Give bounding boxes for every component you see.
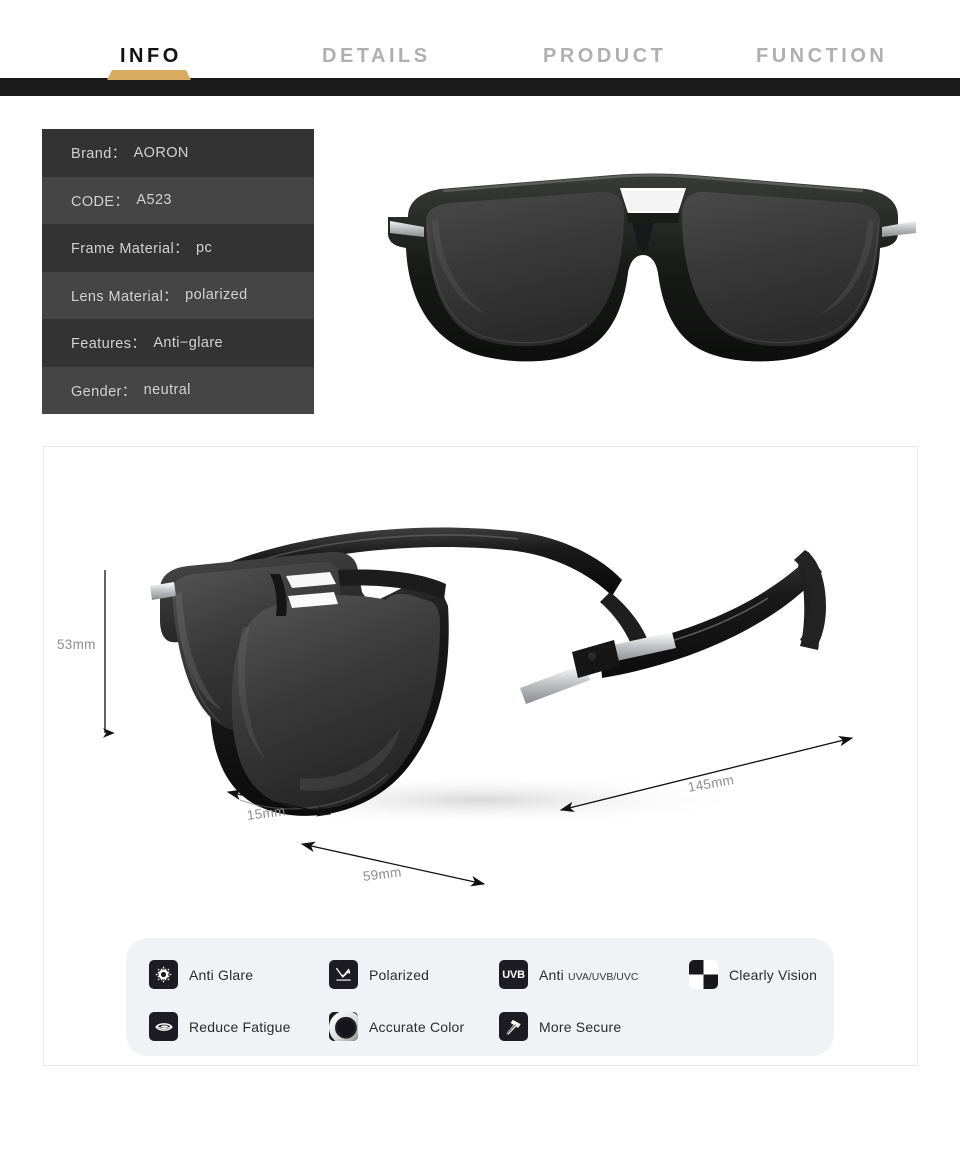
sun-glare-icon	[149, 960, 178, 989]
feature-clearly-vision: Clearly Vision	[689, 960, 817, 989]
spec-key: Gender：	[71, 383, 137, 400]
feature-label: Anti Glare	[189, 966, 254, 983]
table-row: Gender： neutral	[42, 366, 314, 414]
specification-table: Brand： AORON CODE： A523 Frame Material： …	[42, 129, 314, 414]
tab-bar: INFO DETAILS PRODUCT FUNCTION	[0, 0, 960, 96]
checkerboard-icon	[689, 960, 718, 989]
spec-value: neutral	[143, 382, 191, 399]
spec-key: Lens Material：	[71, 288, 179, 305]
feature-label: Reduce Fatigue	[189, 1018, 291, 1035]
eye-icon	[149, 1012, 178, 1041]
spec-key: Features：	[71, 336, 147, 353]
feature-reduce-fatigue: Reduce Fatigue	[149, 1012, 291, 1041]
spec-value: Anti−glare	[153, 334, 224, 351]
feature-label-sub: UVA/UVB/UVC	[568, 970, 639, 983]
feature-polarized: Polarized	[329, 960, 429, 989]
feature-label-main: Anti	[539, 966, 569, 983]
tab-product[interactable]: PRODUCT	[543, 42, 666, 70]
color-ring-icon	[329, 1012, 358, 1041]
active-tab-indicator	[107, 70, 191, 80]
tab-details[interactable]: DETAILS	[322, 42, 431, 70]
spec-value: AORON	[133, 144, 189, 161]
feature-label: Anti UVA/UVB/UVC	[539, 967, 638, 983]
uvb-badge-icon: UVB	[499, 960, 528, 989]
feature-label: Clearly Vision	[729, 966, 818, 983]
feature-more-secure: More Secure	[499, 1012, 621, 1041]
header-divider-bar	[0, 78, 960, 96]
dimension-label-height: 53mm	[57, 637, 96, 652]
feature-label: Accurate Color	[369, 1018, 465, 1035]
table-row: Frame Material： pc	[42, 224, 314, 272]
spec-key: Brand：	[71, 146, 127, 163]
polarized-icon	[329, 960, 358, 989]
tab-info[interactable]: INFO	[120, 42, 182, 70]
feature-label: More Secure	[539, 1018, 622, 1035]
tab-function[interactable]: FUNCTION	[756, 42, 887, 70]
feature-accurate-color: Accurate Color	[329, 1012, 464, 1041]
product-detail-page: INFO DETAILS PRODUCT FUNCTION Brand： AOR…	[0, 0, 960, 1150]
table-row: Lens Material： polarized	[42, 271, 314, 319]
hammer-icon	[499, 1012, 528, 1041]
table-row: Features： Anti−glare	[42, 319, 314, 367]
feature-anti-uv: UVB Anti UVA/UVB/UVC	[499, 960, 638, 989]
table-row: CODE： A523	[42, 176, 314, 224]
feature-label: Polarized	[369, 966, 430, 983]
product-photo-front	[388, 155, 918, 385]
feature-anti-glare: Anti Glare	[149, 960, 253, 989]
spec-value: A523	[136, 192, 172, 209]
spec-value: pc	[196, 239, 213, 256]
spec-value: polarized	[185, 287, 248, 304]
spec-key: Frame Material：	[71, 241, 189, 258]
uvb-text: UVB	[502, 968, 525, 981]
spec-key: CODE：	[71, 193, 130, 210]
table-row: Brand： AORON	[42, 129, 314, 177]
